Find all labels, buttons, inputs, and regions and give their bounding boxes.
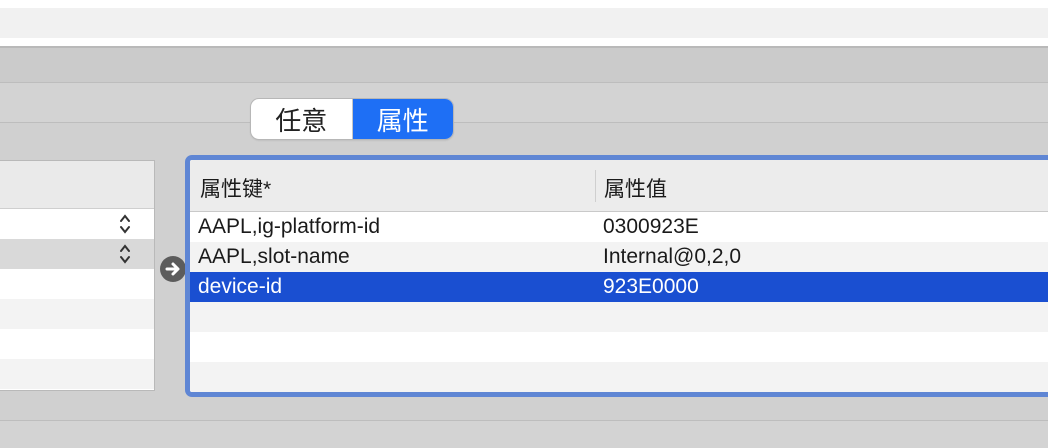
devices-table-row[interactable] <box>0 329 154 359</box>
devices-table-row[interactable] <box>0 269 154 299</box>
up-down-chevron-icon[interactable] <box>118 212 132 236</box>
table-row-empty[interactable] <box>190 302 1048 332</box>
arrow-right-circle-icon[interactable] <box>160 256 186 282</box>
toolbar-band <box>0 46 1048 82</box>
properties-table-header: 属性键* 属性值 <box>190 160 1048 212</box>
table-row[interactable]: AAPL,ig-platform-id 0300923E <box>190 212 1048 242</box>
table-row-empty[interactable] <box>190 332 1048 362</box>
devices-table-row[interactable] <box>0 239 154 269</box>
properties-table: 属性键* 属性值 AAPL,ig-platform-id 0300923E AA… <box>185 155 1048 397</box>
property-key: AAPL,ig-platform-id <box>198 215 381 238</box>
devices-table-row[interactable] <box>0 299 154 329</box>
property-key: device-id <box>198 275 283 298</box>
column-header-key[interactable]: 属性键* <box>200 173 271 203</box>
devices-table-header <box>0 161 154 209</box>
devices-table-row[interactable] <box>0 209 154 239</box>
segmented-control: 任意 属性 <box>251 99 453 139</box>
table-row-selected[interactable]: device-id 923E0000 <box>190 272 1048 302</box>
options-band <box>0 82 1048 122</box>
segment-any[interactable]: 任意 <box>251 99 352 139</box>
column-divider[interactable] <box>595 170 596 202</box>
column-header-value[interactable]: 属性值 <box>604 173 667 203</box>
table-row[interactable]: AAPL,slot-name Internal@0,2,0 <box>190 242 1048 272</box>
bottom-band <box>0 420 1048 448</box>
property-value: 923E0000 <box>603 275 699 298</box>
property-key: AAPL,slot-name <box>198 245 350 268</box>
segment-properties[interactable]: 属性 <box>351 99 453 139</box>
devices-table <box>0 160 155 391</box>
table-row-empty[interactable] <box>190 362 1048 392</box>
devices-table-row[interactable] <box>0 359 154 389</box>
property-value: Internal@0,2,0 <box>603 245 742 268</box>
property-value: 0300923E <box>603 215 699 238</box>
up-down-chevron-icon[interactable] <box>118 242 132 266</box>
top-text-field[interactable] <box>0 8 1048 38</box>
